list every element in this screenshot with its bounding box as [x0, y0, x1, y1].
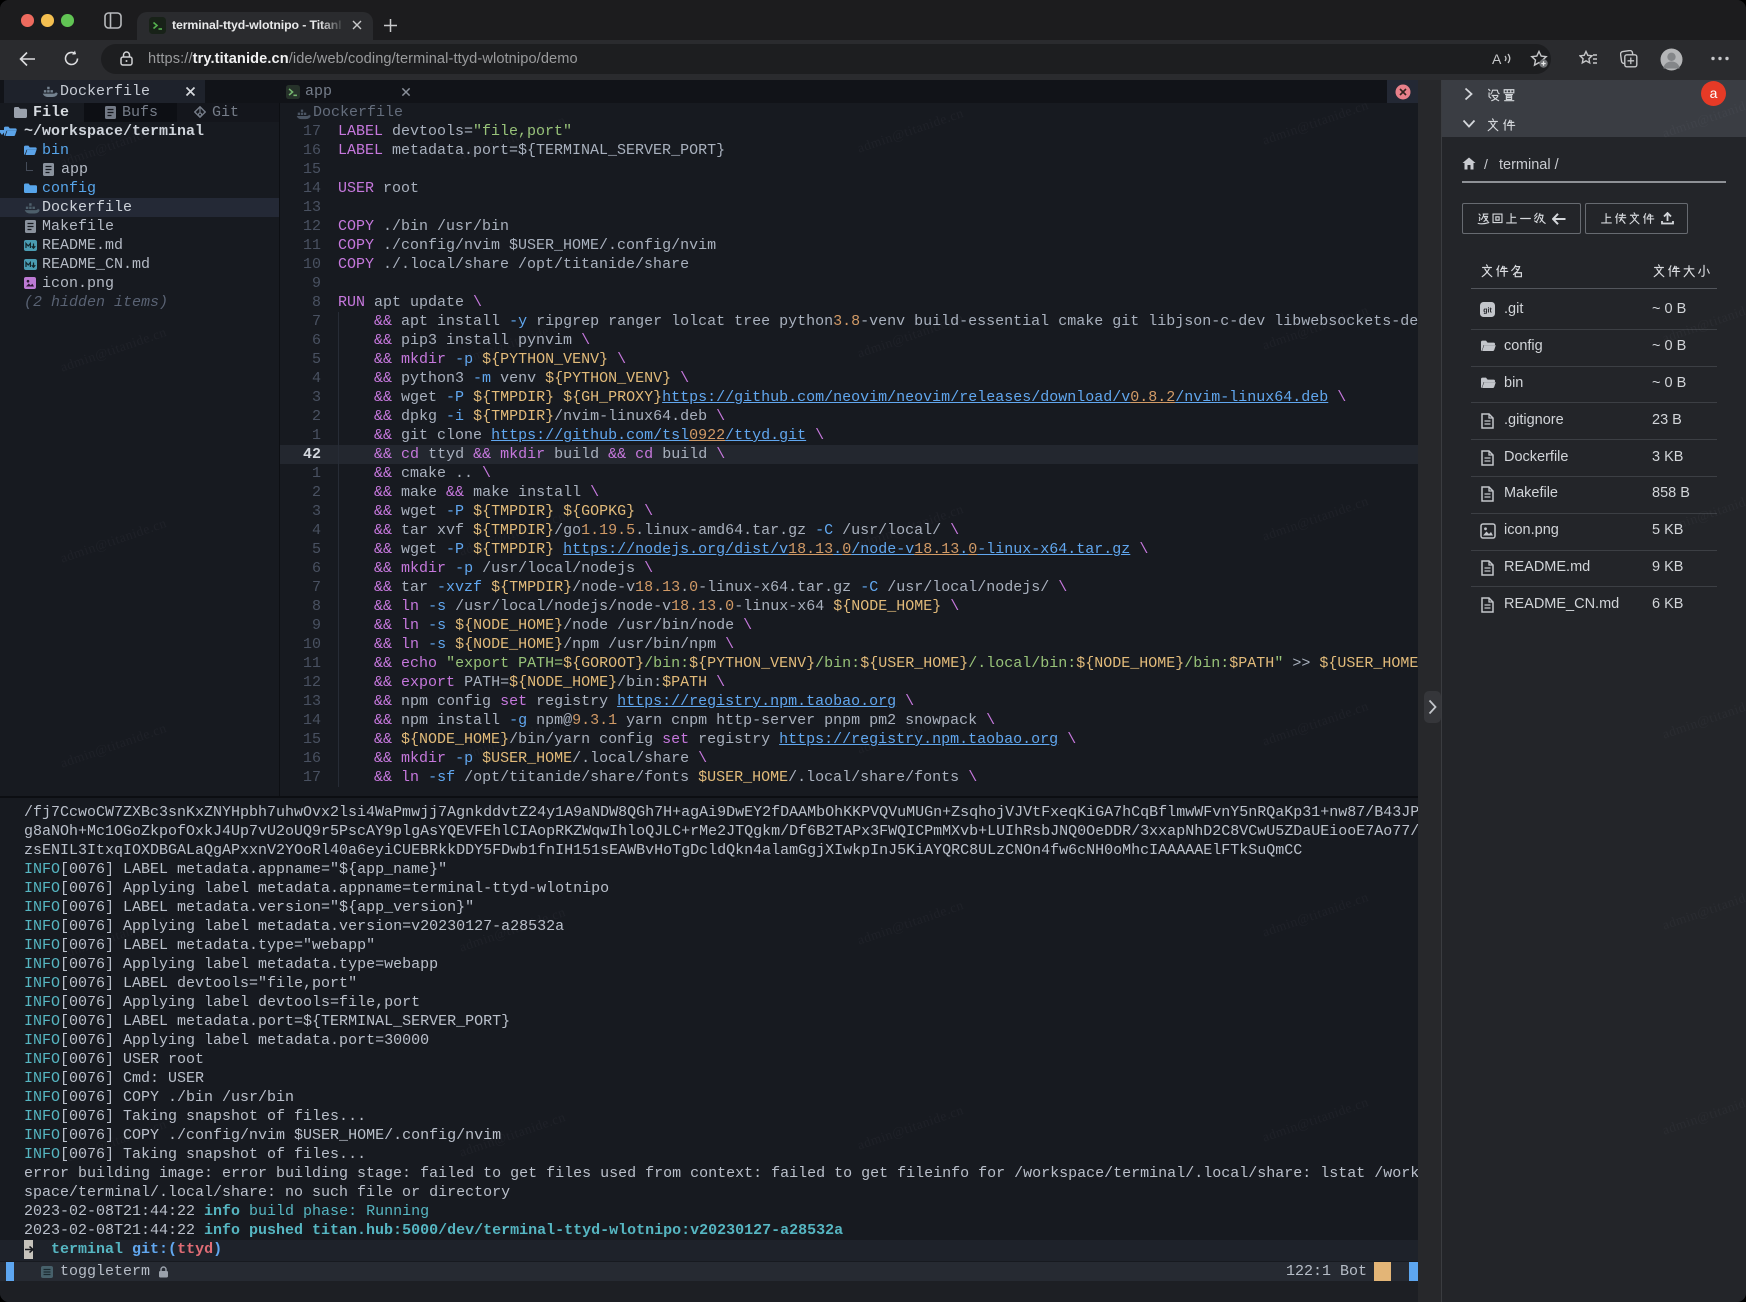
- svg-text:git: git: [1483, 308, 1492, 315]
- svg-text:A: A: [1492, 51, 1502, 67]
